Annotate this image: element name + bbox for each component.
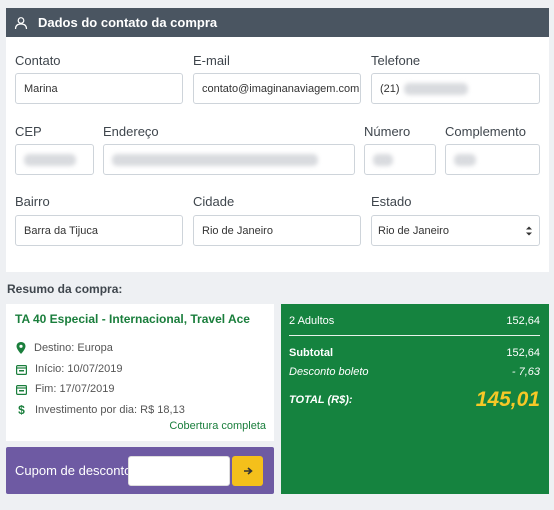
redacted-value (454, 153, 476, 166)
totals-panel: 2 Adultos 152,64 Subtotal 152,64 Descont… (281, 304, 549, 494)
numero-label: Número (364, 124, 411, 139)
redacted-value (403, 82, 468, 95)
desconto-value: - 7,63 (511, 366, 540, 378)
divider (289, 335, 540, 336)
estado-value: Rio de Janeiro (378, 224, 449, 237)
contact-card: Dados do contato da compra Contato Marin… (6, 8, 549, 272)
contato-value: Marina (24, 82, 58, 95)
destino-row: Destino: Europa (16, 342, 113, 354)
dollar-icon: $ (18, 403, 25, 417)
map-pin-icon (16, 342, 26, 354)
calendar-icon (16, 364, 27, 375)
fim-text: Fim: 17/07/2019 (35, 383, 115, 395)
trip-summary: TA 40 Especial - Internacional, Travel A… (6, 304, 274, 441)
numero-field[interactable] (364, 144, 436, 175)
adultos-label: 2 Adultos (289, 315, 335, 327)
telefone-label: Telefone (371, 53, 421, 68)
calendar-icon (16, 384, 27, 395)
cep-field[interactable] (15, 144, 94, 175)
card-title: Dados do contato da compra (38, 15, 218, 30)
endereco-label: Endereço (103, 124, 159, 139)
endereco-field[interactable] (103, 144, 355, 175)
cobertura-link[interactable]: Cobertura completa (169, 420, 266, 432)
user-icon (14, 16, 28, 29)
redacted-value (373, 153, 393, 166)
subtotal-row: Subtotal 152,64 (289, 347, 540, 359)
cidade-value: Rio de Janeiro (202, 224, 273, 237)
email-value: contato@imaginanaviagem.com (202, 82, 360, 95)
cidade-field[interactable]: Rio de Janeiro (193, 215, 361, 246)
email-label: E-mail (193, 53, 230, 68)
total-value: 145,01 (475, 388, 540, 411)
resumo-title: Resumo da compra: (7, 282, 123, 296)
coupon-input[interactable] (128, 456, 230, 486)
inicio-row: Início: 10/07/2019 (16, 363, 122, 375)
adultos-value: 152,64 (506, 315, 540, 327)
coupon-box: Cupom de desconto (6, 447, 274, 494)
coupon-label: Cupom de desconto (15, 463, 132, 478)
complemento-label: Complemento (445, 124, 526, 139)
fim-row: Fim: 17/07/2019 (16, 383, 115, 395)
estado-select[interactable]: Rio de Janeiro (371, 215, 540, 246)
total-label: TOTAL (R$): (289, 394, 353, 406)
estado-label: Estado (371, 194, 412, 209)
subtotal-value: 152,64 (506, 347, 540, 359)
bairro-field[interactable]: Barra da Tijuca (15, 215, 183, 246)
investimento-row: $ Investimento por dia: R$ 18,13 (16, 403, 185, 417)
adultos-row: 2 Adultos 152,64 (289, 315, 540, 327)
chevron-updown-icon (526, 226, 532, 236)
desconto-row: Desconto boleto - 7,63 (289, 366, 540, 378)
telefone-field[interactable]: (21) (371, 73, 540, 104)
inicio-text: Início: 10/07/2019 (35, 363, 123, 375)
desconto-label: Desconto boleto (289, 366, 369, 378)
redacted-value (112, 153, 318, 166)
redacted-value (24, 153, 76, 166)
subtotal-label: Subtotal (289, 347, 333, 359)
email-field[interactable]: contato@imaginanaviagem.com (193, 73, 361, 104)
contato-field[interactable]: Marina (15, 73, 183, 104)
complemento-field[interactable] (445, 144, 540, 175)
plan-title: TA 40 Especial - Internacional, Travel A… (15, 312, 250, 326)
apply-coupon-button[interactable] (232, 456, 263, 486)
total-row: TOTAL (R$): 145,01 (289, 388, 540, 412)
bairro-label: Bairro (15, 194, 50, 209)
investimento-text: Investimento por dia: R$ 18,13 (35, 404, 185, 416)
bairro-value: Barra da Tijuca (24, 224, 98, 237)
destino-text: Destino: Europa (34, 342, 113, 354)
telefone-prefix: (21) (380, 82, 400, 95)
card-header: Dados do contato da compra (6, 8, 549, 37)
cidade-label: Cidade (193, 194, 235, 209)
arrow-right-icon (243, 467, 253, 475)
contato-label: Contato (15, 53, 61, 68)
cep-label: CEP (15, 124, 42, 139)
